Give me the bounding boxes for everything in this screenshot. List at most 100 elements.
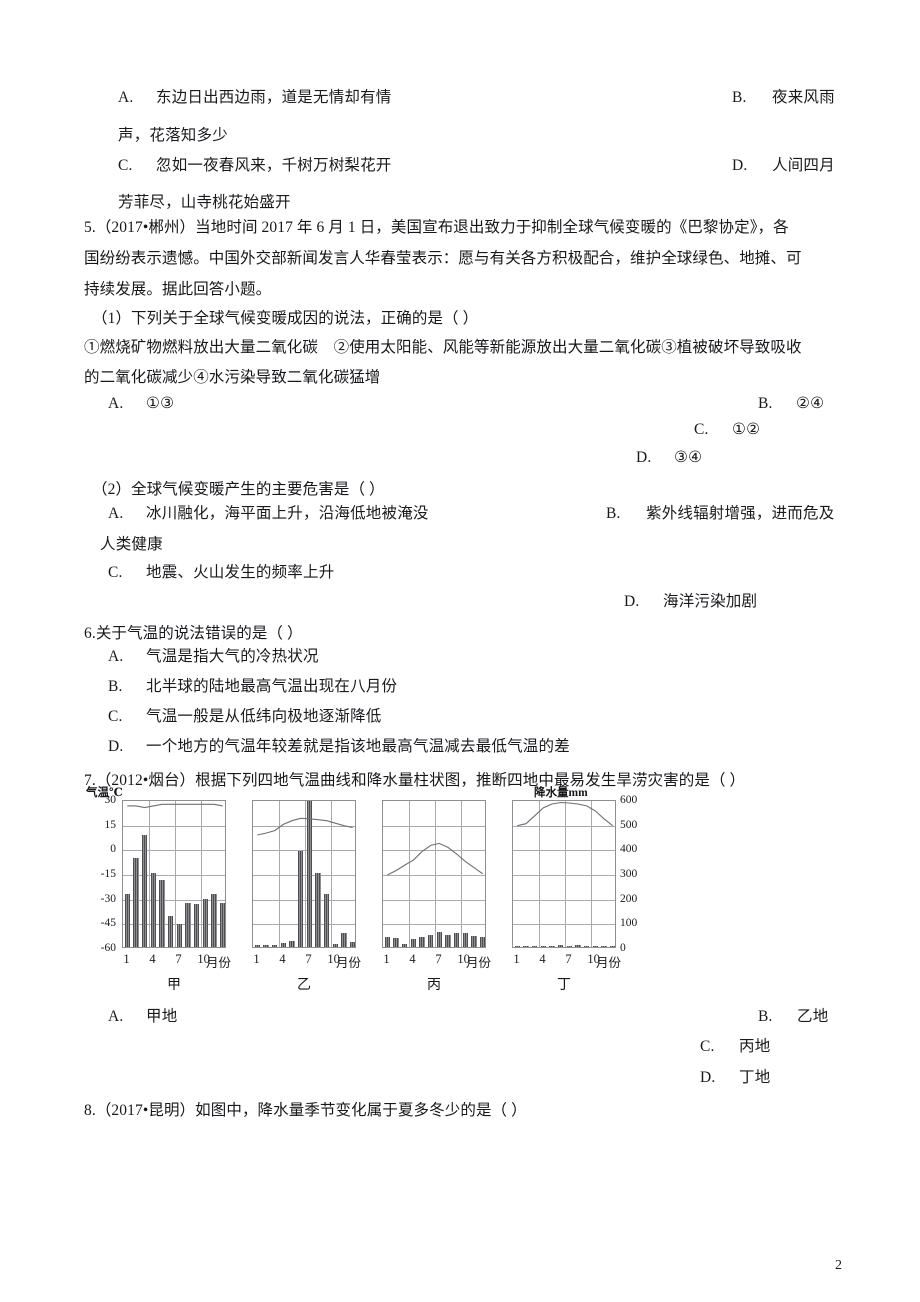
q5-sub1-option-c-letter[interactable]: C.: [694, 420, 709, 440]
chart-ding: [512, 800, 616, 948]
q5-stem-line1: 5.（2017•郴州）当地时间 2017 年 6 月 1 日，美国宣布退出致力于…: [84, 219, 789, 236]
q5-sub2-option-a-text[interactable]: 冰川融化，海平面上升，沿海低地被淹没: [146, 504, 429, 524]
q6-option-d-text[interactable]: 一个地方的气温年较差就是指该地最高气温减去最低气温的差: [146, 737, 570, 757]
bar: [549, 945, 555, 947]
q6-stem: 6.关于气温的说法错误的是（ ）: [84, 625, 303, 642]
q5-sub1-detail-line1: ①燃烧矿物燃料放出大量二氧化碳 ②使用太阳能、风能等新能源放出大量二氧化碳③植被…: [84, 339, 802, 356]
q5-sub2-option-c-text[interactable]: 地震、火山发生的频率上升: [146, 563, 334, 583]
bar: [479, 937, 485, 947]
bar: [514, 945, 520, 947]
chart-bing-plot: [382, 800, 486, 948]
q6-option-b-letter[interactable]: B.: [108, 677, 123, 697]
y-tick-right: 200: [620, 892, 638, 905]
q5-sub1-option-b-text[interactable]: ②④: [796, 394, 824, 414]
page-number: 2: [835, 1258, 842, 1273]
q5-sub2-option-d-text[interactable]: 海洋污染加剧: [663, 592, 757, 612]
bar: [531, 945, 538, 947]
bar: [159, 879, 165, 947]
bar: [297, 850, 304, 947]
y-tick-right: 400: [620, 843, 638, 856]
bar: [150, 873, 156, 947]
q5-sub2-option-d-letter[interactable]: D.: [624, 592, 639, 612]
q7-option-d-text[interactable]: 丁地: [739, 1068, 770, 1088]
x-axis-unit: 月份: [596, 956, 622, 970]
q6-option-a-text[interactable]: 气温是指大气的冷热状况: [146, 647, 319, 667]
q5-sub1-option-b-letter[interactable]: B.: [758, 394, 773, 414]
chart-yi-plot: [252, 800, 356, 948]
bar: [462, 933, 468, 947]
x-axis-unit: 月份: [466, 956, 492, 970]
exam-page: A. 东边日出西边雨，道是无情却有情 B. 夜来风雨 声，花落知多少 C. 忽如…: [0, 0, 920, 1302]
bar: [436, 931, 442, 947]
bar: [263, 945, 269, 947]
q5-sub1-detail-line2: 的二氧化碳减少④水污染导致二氧化碳猛增: [84, 369, 381, 386]
q4-option-c-text: 忽如一夜春风来，千树万树梨花开: [156, 157, 392, 174]
bar: [219, 902, 225, 947]
q4-option-d-text: 人间四月: [772, 157, 835, 174]
bar: [471, 935, 477, 947]
q5-sub1-option-a-letter[interactable]: A.: [108, 394, 123, 414]
q5-sub2-option-c-letter[interactable]: C.: [108, 563, 123, 583]
chart-right-axis-title: 降水量mm: [534, 787, 588, 799]
x-tick-month: 4: [279, 952, 286, 966]
q6-option-d-letter[interactable]: D.: [108, 737, 123, 757]
y-tick-right: 300: [620, 868, 638, 880]
q7-option-a-letter[interactable]: A.: [108, 1007, 123, 1027]
q7-option-b-text[interactable]: 乙地: [797, 1007, 828, 1027]
q7-option-a-text[interactable]: 甲地: [146, 1007, 177, 1027]
x-axis-unit: 月份: [206, 956, 232, 970]
q5-sub1-option-c-text[interactable]: ①②: [732, 420, 760, 440]
q7-option-c-letter[interactable]: C.: [700, 1037, 715, 1057]
q4-option-b-continued: 声，花落知多少: [118, 127, 228, 144]
q8-stem: 8.（2017•昆明）如图中，降水量季节变化属于夏多冬少的是（ ）: [84, 1102, 527, 1119]
q5-sub2-option-b-text[interactable]: 紫外线辐射增强，进而危及: [646, 504, 834, 524]
bar: [271, 944, 278, 947]
q4-option-b-text: 夜来风雨: [772, 89, 835, 106]
bar: [202, 899, 208, 947]
chart-caption: 甲: [167, 978, 181, 993]
x-tick-month: 1: [383, 952, 390, 966]
bar: [349, 942, 355, 947]
q5-sub2-option-a-letter[interactable]: A.: [108, 504, 123, 524]
bar: [332, 944, 338, 947]
q7-option-b-letter[interactable]: B.: [758, 1007, 773, 1027]
q5-sub2-option-b-continued: 人类健康: [100, 536, 163, 553]
bar: [540, 945, 546, 947]
q6-option-c-text[interactable]: 气温一般是从低纬向极地逐渐降低: [146, 707, 382, 727]
bar: [133, 858, 139, 947]
y-tick-right: 0: [620, 942, 626, 954]
bar: [419, 937, 425, 947]
q5-stem-line2: 国纷纷表示遗憾。中国外交部新闻发言人华春莹表示：愿与有关各方积极配合，维护全球绿…: [84, 250, 802, 267]
bar: [575, 945, 581, 947]
bar: [401, 943, 408, 947]
y-tick-left: -30: [100, 892, 116, 905]
bar: [280, 942, 286, 947]
q5-sub1-option-a-text[interactable]: ①③: [146, 394, 174, 414]
bar: [167, 915, 174, 947]
y-tick-right: 500: [620, 818, 638, 831]
q7-option-c-text[interactable]: 丙地: [739, 1037, 770, 1057]
bar: [609, 945, 615, 947]
q4-option-d-continued: 芳菲尽，山寺桃花始盛开: [118, 194, 291, 211]
q4-option-a-text: 东边日出西边雨，道是无情却有情: [156, 89, 392, 106]
bar: [185, 902, 191, 947]
x-tick-month: 4: [409, 952, 416, 966]
q5-sub1-option-d-text[interactable]: ③④: [674, 448, 702, 468]
x-tick-month: 1: [253, 952, 260, 966]
bar: [523, 945, 529, 947]
bar: [557, 944, 564, 947]
chart-yi: [252, 800, 356, 948]
q5-sub1-option-d-letter[interactable]: D.: [636, 448, 651, 468]
bar: [427, 935, 434, 947]
chart-jia: [122, 800, 226, 948]
q5-sub2-option-b-letter[interactable]: B.: [606, 504, 621, 524]
y-tick-left: -15: [100, 868, 116, 880]
x-tick-month: 7: [175, 952, 182, 966]
q6-option-b-text[interactable]: 北半球的陆地最高气温出现在八月份: [146, 677, 397, 697]
q7-option-d-letter[interactable]: D.: [700, 1068, 715, 1088]
y-tick-left: 0: [110, 843, 116, 856]
bar: [583, 945, 590, 947]
q6-option-c-letter[interactable]: C.: [108, 707, 123, 727]
x-tick-month: 1: [513, 952, 520, 966]
q6-option-a-letter[interactable]: A.: [108, 647, 123, 667]
